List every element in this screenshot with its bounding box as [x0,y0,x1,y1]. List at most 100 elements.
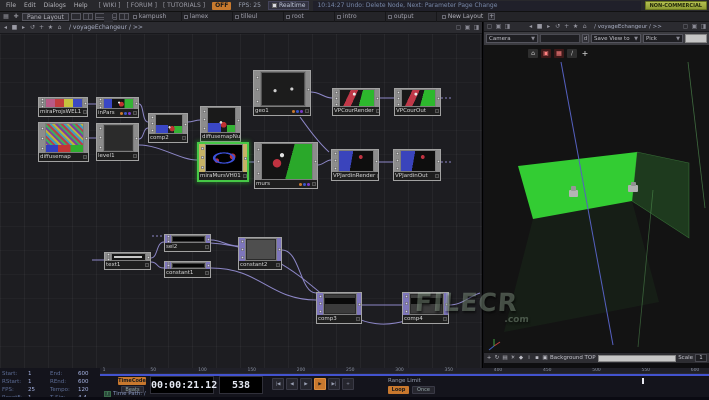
flag-dot-icon[interactable] [120,112,123,115]
node-VPCourOut[interactable]: VPCourOut [394,88,441,116]
node-input-connectors[interactable] [394,150,400,172]
node-flag-box-icon[interactable] [83,155,87,159]
node-flag-box-icon[interactable] [376,109,379,113]
d-button[interactable]: d [582,34,589,43]
node-input-connectors[interactable] [254,71,260,107]
node-input-connectors[interactable] [403,293,409,315]
node-flag-box-icon[interactable] [83,110,87,114]
node-output-connectors[interactable] [236,107,240,133]
node-VPCourRender[interactable]: VPCourRender [332,88,380,116]
node-input-connectors[interactable] [165,262,171,269]
play-reverse-icon[interactable]: ▶ [300,378,312,390]
node-output-connectors[interactable] [183,114,187,134]
node-output-connectors[interactable] [444,293,448,315]
node-inPars[interactable]: inPars [96,97,139,118]
node-VPJardinOut[interactable]: VPJardinOut [393,149,441,181]
menu-help[interactable]: Help [70,2,92,9]
node-input-connectors[interactable] [332,150,338,172]
node-input-connectors[interactable] [239,238,245,261]
menu-dialogs[interactable]: Dialogs [40,2,70,9]
node-flag-box-icon[interactable] [133,154,137,158]
info-icon[interactable]: i [526,355,532,361]
back-icon[interactable]: ◂ [2,24,9,31]
maximize-pane-icon[interactable]: ▣ [691,23,698,30]
menu-link-tutorials[interactable]: [ TUTORIALS ] [160,2,208,9]
layout-preset-hsplit[interactable] [95,13,105,20]
node-output-connectors[interactable] [134,124,138,152]
camera-path-input[interactable] [540,34,580,43]
node-diffusemap[interactable]: diffusemap [38,122,89,162]
save-view-select[interactable]: Save View to ▼ [591,34,641,43]
home-view-icon[interactable]: ⌂ [528,49,538,58]
layout-tab-output[interactable]: output [386,12,437,22]
layers-icon[interactable]: ▤ [502,355,508,361]
node-output-connectors[interactable] [83,98,87,108]
license-button[interactable]: NON-COMMERCIAL [645,1,707,10]
once-button[interactable]: Once [412,386,435,394]
home-icon[interactable]: ⌂ [56,24,63,31]
node-input-connectors[interactable] [317,293,323,315]
node-input-connectors[interactable] [39,98,45,108]
timeline-field-value[interactable]: 25 [28,387,48,393]
flag-dot-icon[interactable] [124,112,127,115]
node-input-connectors[interactable] [201,107,207,133]
maximize-pane-icon[interactable]: ▣ [464,24,471,31]
move-icon[interactable]: ✚ [12,13,20,20]
layout-tab-lamex[interactable]: lamex [182,12,233,22]
node-comp4[interactable]: comp4 [402,292,449,324]
node-output-connectors[interactable] [84,123,88,153]
node-input-connectors[interactable] [199,144,205,172]
window-icon[interactable]: ▦ [2,13,10,20]
loop-mode-icon[interactable]: + [342,378,354,390]
node-input-connectors[interactable] [255,143,261,180]
undo-icon[interactable]: ↺ [554,23,561,30]
node-murs[interactable]: murs [254,142,318,189]
network-path[interactable]: / voyageEchangeur / >> [65,24,147,31]
menu-link-forum[interactable]: [ FORUM ] [124,2,160,9]
split-pane-icon[interactable]: ▢ [682,23,689,30]
node-geo1[interactable]: geo1 [253,70,311,116]
node-output-connectors[interactable] [206,262,210,269]
node-output-connectors[interactable] [277,238,281,261]
timeline-field-value[interactable]: 1 [28,371,48,377]
pin-pane-icon[interactable]: ◨ [700,23,707,30]
realtime-toggle[interactable]: Realtime [268,1,310,10]
layout-tab-tilleul[interactable]: tilleul [233,12,284,22]
node-output-connectors[interactable] [436,89,440,107]
node-output-connectors[interactable] [146,253,150,261]
layout-tab-kampush[interactable]: kampush [131,12,182,22]
node-output-connectors[interactable] [375,89,379,107]
pen-icon[interactable]: ∕ [567,49,577,58]
viewport-path[interactable]: / voyageEchangeur / >> [590,24,666,30]
node-constant2[interactable]: constant2 [238,237,282,270]
stop-icon[interactable]: ■ [11,24,18,31]
node-flag-box-icon[interactable] [145,263,149,267]
back-icon[interactable]: ◂ [527,23,534,30]
rotate-icon[interactable]: ↻ [494,355,500,361]
pane-layout-button[interactable]: Pane Layout [22,13,69,21]
pick-select[interactable]: Pick ▼ [643,34,683,43]
node-output-connectors[interactable] [374,150,378,172]
node-miraMursVH01[interactable]: miraMursVH01 [197,142,249,182]
node-output-connectors[interactable] [206,235,210,243]
bookmark-icon[interactable]: ★ [572,23,579,30]
node-flag-box-icon[interactable] [443,317,447,321]
node-flag-box-icon[interactable] [377,174,378,178]
flag-dot-icon[interactable] [307,183,310,186]
pin-pane-icon[interactable]: ◨ [504,23,511,30]
layout-preset-vsplit[interactable] [83,13,93,20]
off-badge[interactable]: OFF [212,2,231,10]
network-editor-pane[interactable]: ◂■▸↺+★⌂ / voyageEchangeur / >> ▢▣◨ miraP… [0,22,483,368]
flag-dot-icon[interactable] [292,110,295,113]
node-flag-box-icon[interactable] [356,317,360,321]
node-input-connectors[interactable] [395,89,401,107]
node-input-connectors[interactable] [39,123,45,153]
geometry-viewer-pane[interactable]: ▢▣◨ ◂■▸↺+★⌂ / voyageEchangeur / >> ▢▣◨ C… [484,22,709,368]
layout-preset-quad[interactable] [107,13,117,20]
flag-dot-icon[interactable] [303,183,306,186]
layout-tab-intro[interactable]: intro [335,12,386,22]
split-pane-icon[interactable]: ▢ [455,24,462,31]
node-diffusemapNull1[interactable]: diffusemapNull1 [200,106,241,142]
add-icon[interactable]: + [486,355,492,361]
forward-icon[interactable]: ▸ [20,24,27,31]
